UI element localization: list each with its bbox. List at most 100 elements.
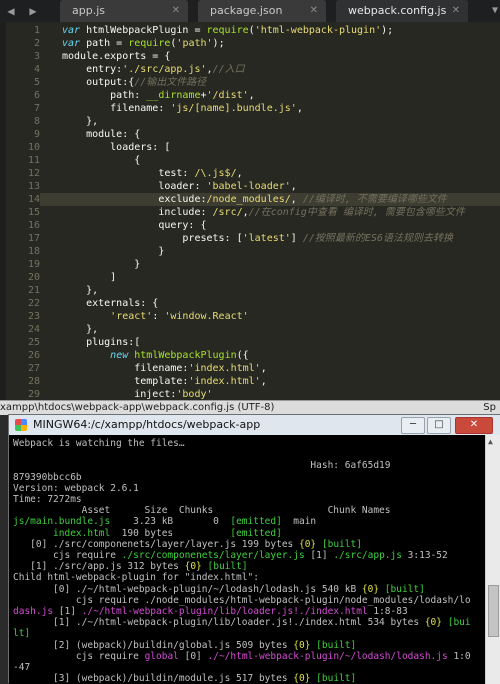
terminal-token: 1:8-83 [367,606,408,617]
minimize-button[interactable]: ─ [401,417,425,434]
code-line[interactable]: path: __dirname+'/dist', [62,89,255,102]
scrollbar-thumb[interactable] [488,585,499,637]
terminal-token: Hash: 6af65d19 [13,460,391,472]
code-line[interactable]: { [62,154,140,167]
code-line[interactable]: loader: 'babel-loader', [62,180,297,193]
terminal-output[interactable]: Webpack is watching the files… Hash: 6af… [9,435,485,684]
terminal-token: ./~/html-webpack-plugin/lib/loader.js!./… [81,606,368,617]
terminal-line: index.html 190 bytes [emitted] [13,528,282,539]
code-token: : [152,311,165,322]
close-tab-icon[interactable]: ✕ [310,0,318,22]
code-line[interactable]: filename: 'js/[name].bundle.js', [62,102,303,115]
close-button[interactable]: ✕ [455,417,493,434]
code-token: 'react' [110,311,153,322]
code-token: , [248,90,255,101]
code-token: template: [62,376,189,387]
terminal-line: js/main.bundle.js 3.23 kB 0 [emitted] ma… [13,516,316,527]
code-line[interactable]: query: { [62,219,206,232]
code-line[interactable]: module: { [62,128,140,141]
code-token: ); [212,38,225,49]
close-tab-icon[interactable]: ✕ [452,0,460,22]
tab-app-js[interactable]: app.js ✕ [60,0,188,22]
terminal-token: {0} [298,538,317,550]
code-line[interactable]: ] [62,271,116,284]
terminal-token: global [144,650,179,662]
code-line[interactable]: test: /\.js$/, [62,167,242,180]
terminal-token: [1] [53,606,82,617]
code-line[interactable]: externals: { [62,297,158,310]
terminal-token: index.html [13,527,111,539]
terminal-token: ./src/componenets/layer/layer.js [121,550,305,561]
tab-webpack-config-js[interactable]: webpack.config.js ✕ [336,0,468,22]
terminal-token: Child html-webpack-plugin for "index.htm… [13,572,259,584]
close-tab-icon[interactable]: ✕ [172,0,180,22]
code-line[interactable]: plugins:[ [62,336,140,349]
tab-package-json[interactable]: package.json ✕ [198,0,326,22]
code-line[interactable]: }, [62,323,98,336]
code-token: , [290,194,303,205]
terminal-token: {0} [293,673,311,684]
terminal-window: MINGW64:/c/xampp/htdocs/webpack-app ─ □ … [8,414,500,684]
tab-overflow-icon[interactable]: ▼ [492,0,498,22]
code-line[interactable]: var htmlWebpackPlugin = require('html-we… [62,24,393,37]
code-token: }, [62,285,99,296]
code-token: } [62,246,165,257]
code-line[interactable]: } [62,245,164,258]
line-number: 25 [27,337,40,348]
code-token: }, [62,116,99,127]
code-line[interactable]: loaders: [ [62,141,170,154]
code-line[interactable]: 'react': 'window.React' [62,310,249,323]
code-line[interactable]: inject:'body' [62,388,213,400]
terminal-token: [built] [316,673,357,684]
code-token: 'index.html' [188,376,261,387]
terminal-line: [0] ./~/html-webpack-plugin/~/lodash/lod… [13,584,425,595]
code-line[interactable]: } [62,258,140,271]
terminal-token: cjs require [13,550,122,561]
code-line[interactable]: output:{//输出文件路径 [62,76,206,89]
line-number: 16 [27,220,40,231]
code-line[interactable]: var path = require('path'); [62,37,225,50]
code-token: module: { [62,129,141,140]
status-bar: xampp\htdocs\webpack-app\webpack.config.… [0,400,500,415]
code-token: //输出文件路径 [134,77,207,88]
code-line[interactable]: module.exports = { [62,50,170,63]
line-number: 1 [33,25,40,36]
code-line[interactable]: exclude:/node_modules/, //编译时, 不需要编译哪些文件 [40,193,500,206]
code-line[interactable]: include: /src/,//在config中查看 编译时, 需要包含哪些文… [62,206,465,219]
terminal-title-bar[interactable]: MINGW64:/c/xampp/htdocs/webpack-app ─ □ … [9,415,500,435]
terminal-token: [0] [178,650,208,662]
code-line[interactable]: }, [62,284,98,297]
code-token: new [110,350,129,361]
code-line[interactable]: }, [62,115,98,128]
status-indent[interactable]: Sp [483,401,496,414]
code-token: path = [80,38,129,49]
terminal-token: 879390bbcc6b [13,471,82,483]
code-line[interactable]: template:'index.html', [62,375,266,388]
maximize-button[interactable]: □ [427,417,451,434]
code-token: '/dist' [206,90,249,101]
terminal-token: {0} [184,561,202,573]
code-line[interactable]: presets: ['latest'] //按照最新的ES6语法规则去转换 [62,232,453,245]
line-number: 11 [27,155,40,166]
terminal-scrollbar[interactable]: ▲ [485,435,500,684]
code-line[interactable]: new htmlWebpackPlugin({ [62,349,249,362]
line-number: 18 [27,246,40,257]
scroll-up-icon[interactable]: ▲ [488,437,493,446]
line-number: 3 [33,51,40,62]
code-token: 'babel-loader' [206,181,291,192]
code-line[interactable]: filename:'index.html', [62,362,267,375]
forward-arrow-icon[interactable]: ▶ [22,0,44,22]
line-number: 21 [27,285,40,296]
code-token: 'body' [176,389,213,400]
code-token: , [260,363,267,374]
line-number: 26 [27,350,40,361]
code-editor[interactable]: 1 2 3 4 5 6 7 8 9 10 11 12 13 14 15 16 17 18 19 20 21 22 23 24 2… [0,22,500,400]
back-arrow-icon[interactable]: ◀ [0,0,22,22]
terminal-token: Asset Size Chunks Chunk Names [13,505,391,517]
code-token: { [62,155,141,166]
terminal-token: {0} [424,617,442,629]
code-line[interactable]: entry:'./src/app.js',//入口 [62,63,245,76]
line-number: 29 [27,389,40,400]
line-number: 14 [27,194,40,205]
